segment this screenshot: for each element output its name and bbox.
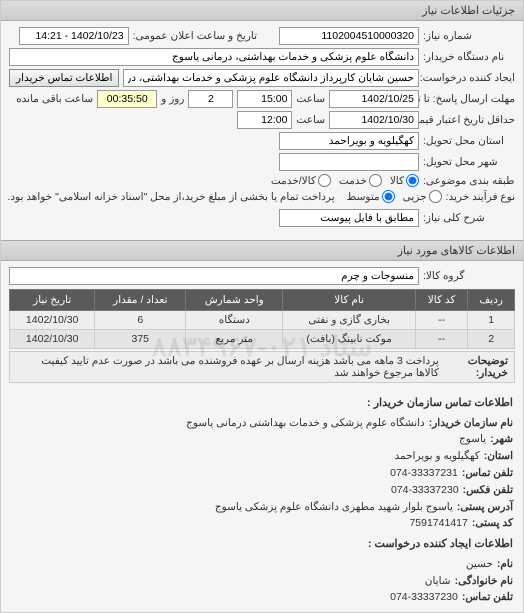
contact-info-button[interactable]: اطلاعات تماس خریدار — [9, 69, 119, 87]
postcode-value: 7591741417 — [409, 515, 467, 532]
validity-time-label: ساعت — [296, 114, 325, 126]
cell-unit: دستگاه — [186, 311, 283, 330]
radio-service[interactable]: خدمت — [339, 174, 382, 187]
col-name: نام کالا — [283, 290, 415, 311]
fax-label: تلفن فکس: — [463, 482, 513, 499]
cell-date: 1402/10/30 — [10, 330, 95, 349]
remaining-days-input — [188, 90, 233, 108]
buyer-note-label: توضیحات خریدار: — [445, 355, 508, 379]
deadline-time-label: ساعت — [296, 93, 325, 105]
fname-label: نام: — [497, 556, 513, 573]
request-no-label: شماره نیاز: — [423, 30, 515, 42]
remaining-time-input — [97, 90, 157, 108]
lname-label: نام خانوادگی: — [455, 573, 513, 590]
fax-value: 074-33337230 — [391, 482, 459, 499]
col-qty: تعداد / مقدار — [95, 290, 186, 311]
org-name-value: دانشگاه علوم پزشکی و خدمات بهداشتی درمان… — [186, 415, 425, 432]
cell-idx: 1 — [468, 311, 515, 330]
deadline-send-date-input[interactable] — [329, 90, 419, 108]
fname-value: حسین — [466, 556, 493, 573]
public-date-input[interactable] — [19, 27, 129, 45]
delivery-province-label: استان محل تحویل: — [423, 135, 515, 147]
contact-org-title: اطلاعات تماس سازمان خریدار : — [11, 395, 513, 413]
validity-date-input[interactable] — [329, 111, 419, 129]
city-value: یاسوج — [459, 431, 486, 448]
requester-input[interactable] — [123, 69, 419, 87]
org-name-label: نام سازمان خریدار: — [429, 415, 513, 432]
cell-name: موکت نابینگ (بافت) — [283, 330, 415, 349]
items-section-title: اطلاعات کالاهای مورد نیاز — [1, 240, 523, 261]
cell-idx: 2 — [468, 330, 515, 349]
province-label: استان: — [484, 448, 513, 465]
radio-goods[interactable]: کالا — [390, 174, 419, 187]
reqphone-value: 074-33337230 — [390, 589, 458, 606]
postcode-label: کد پستی: — [472, 515, 513, 532]
col-unit: واحد شمارش — [186, 290, 283, 311]
cell-qty: 6 — [95, 311, 186, 330]
buyer-name-label: نام دستگاه خریدار: — [423, 51, 515, 63]
phone-label: تلفن تماس: — [462, 465, 513, 482]
buyer-name-input[interactable] — [9, 48, 419, 66]
city-label: شهر: — [490, 431, 513, 448]
group-label: گروه کالا: — [423, 270, 515, 282]
deadline-send-time-input[interactable] — [237, 90, 292, 108]
cell-code: -- — [415, 330, 467, 349]
general-desc-label: شرح کلی نیاز: — [423, 212, 515, 224]
panel-header: جزئیات اطلاعات نیاز — [1, 1, 523, 21]
public-date-label: تاریخ و ساعت اعلان عمومی: — [133, 30, 257, 42]
delivery-city-label: شهر محل تحویل: — [423, 156, 515, 168]
cell-qty: 375 — [95, 330, 186, 349]
cell-date: 1402/10/30 — [10, 311, 95, 330]
remaining-days-label: روز و — [161, 93, 184, 105]
delivery-province-input[interactable] — [279, 132, 419, 150]
col-code: کد کالا — [415, 290, 467, 311]
validity-time-input[interactable] — [237, 111, 292, 129]
remaining-time-label: ساعت باقی مانده — [16, 93, 93, 105]
table-row[interactable]: 1--بخاری گازی و نفتیدستگاه61402/10/30 — [10, 311, 515, 330]
province-value: کهگیلویه و بویراحمد — [394, 448, 479, 465]
subject-class-label: طبقه بندی موضوعی: — [423, 175, 515, 187]
lname-value: شایان — [425, 573, 451, 590]
postaddr-label: آدرس پستی: — [457, 499, 513, 516]
reqphone-label: تلفن تماس: — [462, 589, 513, 606]
buyer-note-text: پرداخت 3 ماهه می باشد هزینه ارسال بر عهد… — [16, 355, 439, 379]
col-idx: ردیف — [468, 290, 515, 311]
deadline-send-label: مهلت ارسال پاسخ: تا تاریخ: — [423, 93, 515, 105]
process-type-label: نوع فرآیند خرید: — [446, 191, 515, 203]
radio-medium[interactable]: متوسط — [347, 190, 395, 203]
validity-label: حداقل تاریخ اعتبار قیمت: تا تاریخ: — [423, 114, 515, 126]
col-date: تاریخ نیاز — [10, 290, 95, 311]
general-desc-input[interactable] — [279, 209, 419, 227]
delivery-city-input[interactable] — [279, 153, 419, 171]
radio-partial[interactable]: جزیی — [403, 190, 442, 203]
contact-requester-title: اطلاعات ایجاد کننده درخواست : — [11, 536, 513, 554]
cell-code: -- — [415, 311, 467, 330]
phone-value: 074-33337231 — [390, 465, 458, 482]
group-input[interactable] — [9, 267, 419, 285]
cell-name: بخاری گازی و نفتی — [283, 311, 415, 330]
postaddr-value: یاسوج بلوار شهید مطهری دانشگاه علوم پزشک… — [215, 499, 453, 516]
items-table: ردیف کد کالا نام کالا واحد شمارش تعداد /… — [9, 289, 515, 349]
cell-unit: متر مربع — [186, 330, 283, 349]
process-note: پرداخت تمام یا بخشی از مبلغ خرید،از محل … — [7, 191, 334, 203]
radio-both[interactable]: کالا/خدمت — [271, 174, 331, 187]
requester-label: ایجاد کننده درخواست: — [423, 72, 515, 84]
request-no-input[interactable] — [279, 27, 419, 45]
table-row[interactable]: 2--موکت نابینگ (بافت)متر مربع3751402/10/… — [10, 330, 515, 349]
